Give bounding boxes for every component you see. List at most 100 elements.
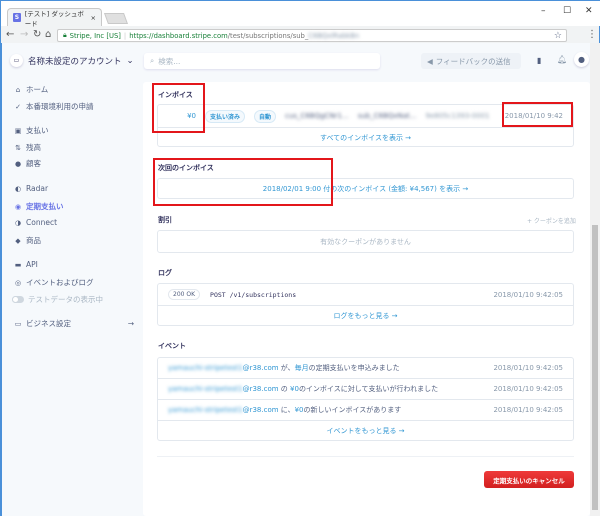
address-bar[interactable]: 🔒︎ Stripe, Inc [US] | https://dashboard.… (57, 29, 567, 42)
sidebar-item-products[interactable]: ◆ 商品 (14, 235, 41, 246)
sidebar-item-home[interactable]: ⌂ ホーム (14, 84, 49, 95)
events-heading: イベント (158, 342, 186, 350)
close-window-icon[interactable]: ✕ (585, 6, 593, 16)
sidebar-item-payments[interactable]: ▣ 支払い (14, 125, 49, 136)
event-email-domain[interactable]: @r38.com (243, 406, 279, 414)
stripe-favicon: S (13, 13, 21, 22)
feedback-label: フィードバックの送信 (435, 56, 511, 66)
invoice-subscription: sub_C6BQxNat... (357, 112, 417, 120)
event-time: 2018/01/10 9:42:05 (493, 406, 563, 414)
back-icon[interactable]: ← (6, 29, 14, 40)
sidebar-item-connect[interactable]: ◑ Connect (14, 218, 57, 227)
radar-icon: ◐ (14, 184, 22, 193)
sidebar-item-balance[interactable]: ⇅ 残高 (14, 142, 41, 153)
sidebar-item-label: 支払い (26, 126, 49, 135)
close-tab-icon[interactable]: × (91, 14, 96, 22)
chevron-down-icon: ⌄ (126, 55, 134, 66)
toggle-switch[interactable] (12, 296, 24, 303)
more-logs-link[interactable]: ログをもっと見る → (158, 305, 573, 326)
sidebar-item-label: 本番環境利用の申請 (26, 102, 94, 111)
reload-icon[interactable]: ↻ (33, 29, 41, 40)
sidebar-item-label: 定期支払い (26, 202, 64, 211)
logs-heading: ログ (158, 269, 172, 277)
search-input[interactable]: ⌕ 検索... (144, 53, 380, 69)
log-time: 2018/01/10 9:42:05 (493, 290, 563, 299)
docs-icon[interactable]: ▮ (537, 56, 541, 65)
more-events-link[interactable]: イベントをもっと見る → (158, 420, 573, 441)
event-text: が、 (278, 364, 295, 372)
sidebar-item-label: API (26, 260, 38, 269)
home-icon[interactable]: ⌂ (45, 29, 51, 40)
customer-icon: ● (14, 159, 22, 168)
account-switcher[interactable]: ▭ 名称未設定のアカウント ⌄ (10, 54, 134, 67)
log-row[interactable]: 200 OK POST /v1/subscriptions 2018/01/10… (158, 284, 573, 305)
sidebar-item-customers[interactable]: ● 顧客 (14, 158, 41, 169)
status-badge: 支払い済み (205, 109, 246, 123)
event-email-user: yamauchi-stripetest1 (168, 385, 243, 393)
url-host: https://dashboard.stripe.com (129, 31, 228, 40)
event-amount: 毎月 (294, 364, 309, 372)
sidebar-item-activate[interactable]: ✓ 本番環境利用の申請 (14, 101, 94, 112)
event-text: の (278, 385, 291, 393)
account-icon: ▭ (10, 54, 23, 67)
sidebar-item-label: ビジネス設定 (26, 319, 71, 328)
event-text: の定期支払いを申込みました (308, 364, 400, 372)
sidebar-item-label: 顧客 (26, 159, 41, 168)
connect-icon: ◑ (14, 218, 22, 227)
avatar[interactable]: ● (574, 52, 589, 67)
discount-heading: 割引 (158, 216, 172, 224)
sidebar-item-events-logs[interactable]: ◎ イベントおよびログ (14, 277, 94, 288)
sidebar-item-label: Radar (26, 184, 49, 193)
sidebar-item-subscriptions[interactable]: ◉ 定期支払い (14, 201, 64, 212)
invoice-number: 9e805c1393-0001 (425, 112, 490, 120)
test-data-toggle[interactable]: テストデータの表示中 (12, 294, 103, 305)
feedback-button[interactable]: ◀ フィードバックの送信 (421, 53, 521, 69)
no-coupons-text: 有効なクーポンがありません (320, 237, 411, 246)
events-table: yamauchi-stripetest1 @r38.com が、 毎月 の定期支払いを… (157, 357, 574, 441)
forward-icon[interactable]: → (20, 29, 28, 40)
event-text: の新しいインボイスがあります (303, 406, 402, 414)
menu-icon[interactable]: ⋮ (587, 29, 597, 40)
search-icon: ⌕ (150, 56, 155, 65)
annotation-box (502, 102, 573, 127)
sidebar-item-business-settings[interactable]: ▭ ビジネス設定 → (14, 318, 134, 329)
home-icon: ⌂ (15, 85, 21, 94)
event-email-domain[interactable]: @r38.com (243, 385, 279, 393)
cancel-subscription-button[interactable]: 定期支払いのキャンセル (484, 471, 574, 488)
coupon-box: 有効なクーポンがありません (157, 230, 574, 253)
account-name: 名称未設定のアカウント (28, 56, 122, 67)
add-coupon-link[interactable]: + クーポンを追加 (527, 216, 576, 225)
event-row[interactable]: yamauchi-stripetest1 @r38.com に、 ¥0 の新しいインボ… (158, 399, 573, 420)
sidebar-item-label: Connect (26, 218, 58, 227)
products-icon: ◆ (15, 236, 21, 245)
annotation-box (152, 83, 205, 133)
log-status-badge: 200 OK (168, 289, 201, 300)
scrollbar-thumb[interactable] (592, 225, 598, 510)
event-row[interactable]: yamauchi-stripetest1 @r38.com が、 毎月 の定期支払いを… (158, 358, 573, 378)
logs-table: 200 OK POST /v1/subscriptions 2018/01/10… (157, 283, 574, 326)
browser-tab[interactable]: S [テスト] ダッシュボード × (7, 8, 102, 28)
bookmark-star-icon[interactable]: ☆ (554, 31, 562, 41)
maximize-icon[interactable]: ☐ (563, 6, 571, 16)
annotation-box (153, 158, 333, 206)
event-email-user: yamauchi-stripetest1 (168, 406, 243, 414)
event-time: 2018/01/10 9:42:05 (493, 385, 563, 393)
sidebar-item-api[interactable]: ▬ API (14, 260, 38, 269)
sidebar-item-radar[interactable]: ◐ Radar (14, 184, 48, 193)
view-all-invoices-link[interactable]: すべてのインボイスを表示 → (158, 127, 573, 147)
payments-icon: ▣ (14, 126, 22, 135)
event-row[interactable]: yamauchi-stripetest1 @r38.com の ¥0 のインボイスに… (158, 378, 573, 399)
bell-icon[interactable]: 🔔︎ (557, 55, 567, 64)
arrow-right-icon: → (127, 319, 134, 328)
sidebar-item-label: イベントおよびログ (26, 278, 94, 287)
new-tab-button[interactable] (103, 13, 129, 24)
minimize-icon[interactable]: – (541, 6, 546, 16)
event-email-domain[interactable]: @r38.com (243, 364, 279, 372)
balance-icon: ⇅ (15, 143, 21, 152)
browser-chrome: S [テスト] ダッシュボード × – ☐ ✕ ← → ↻ ⌂ 🔒︎ Stripe,… (0, 0, 600, 43)
search-placeholder: 検索... (158, 56, 181, 66)
site-identity: Stripe, Inc [US] (69, 31, 121, 40)
url-hidden: C6BQxlRabkBn (308, 31, 360, 40)
event-time: 2018/01/10 9:42:05 (493, 364, 563, 372)
lock-icon: 🔒︎ (63, 31, 67, 39)
